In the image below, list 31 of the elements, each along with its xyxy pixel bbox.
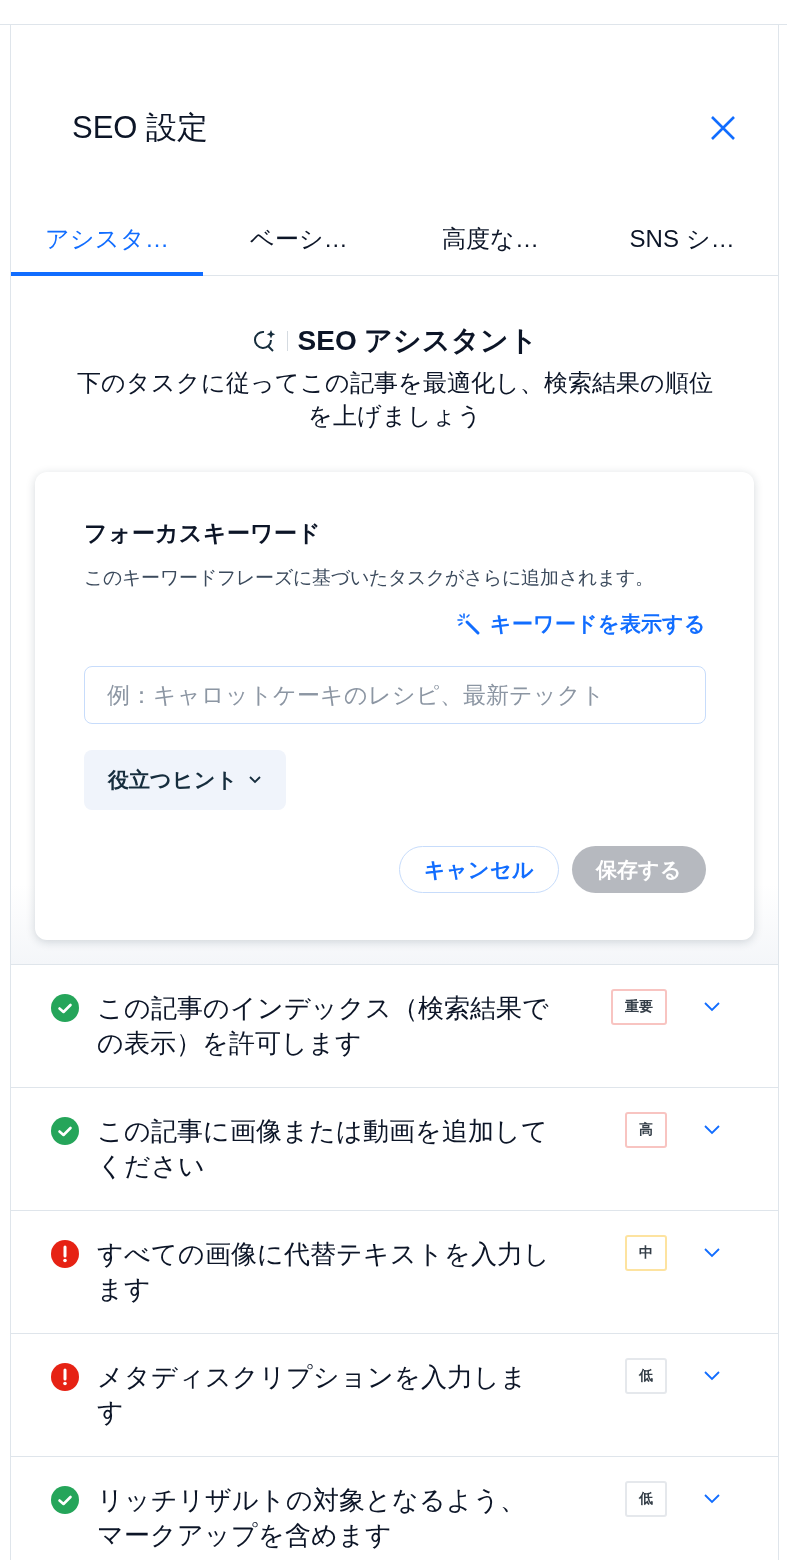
chevron-down-icon[interactable] — [703, 1493, 721, 1505]
task-text: リッチリザルトの対象となるよう、マークアップを含めます — [97, 1484, 527, 1552]
tab[interactable]: 高度な… — [394, 211, 587, 276]
priority-badge: 重要 — [611, 989, 667, 1025]
close-icon[interactable] — [710, 115, 736, 141]
tab[interactable]: アシスタ… — [11, 211, 203, 276]
panel-title: SEO 設定 — [72, 109, 209, 147]
priority-badge: 低 — [625, 1481, 667, 1517]
chevron-down-icon[interactable] — [703, 1370, 721, 1382]
chevron-down-icon[interactable] — [703, 1247, 721, 1259]
tab[interactable]: SNS シ… — [586, 211, 778, 276]
chevron-down-icon[interactable] — [703, 1001, 721, 1013]
tab[interactable]: ベーシ… — [202, 211, 395, 276]
show-keywords-link[interactable]: キーワードを表示する — [456, 610, 706, 638]
magic-wand-icon — [456, 612, 482, 636]
section-description: 下のタスクに従ってこの記事を最適化し、検索結果の順位を上げましょう — [75, 368, 714, 431]
hints-button[interactable]: 役立つヒント — [84, 750, 286, 810]
priority-badge: 中 — [625, 1235, 667, 1271]
section-heading: SEO アシスタント — [297, 324, 539, 358]
chevron-down-icon — [248, 775, 262, 785]
task-text: この記事に画像または動画を追加してください — [97, 1115, 549, 1183]
keyword-input-field[interactable]: 例：キャロットケーキのレシピ、最新テックト — [84, 666, 706, 724]
card-title: フォーカスキーワード — [84, 519, 322, 548]
chevron-down-icon[interactable] — [703, 1124, 721, 1136]
priority-badge: 高 — [625, 1112, 667, 1148]
card-description: このキーワードフレーズに基づいたタスクがさらに追加されます。 — [84, 566, 655, 590]
task-text: メタディスクリプションを入力します — [97, 1361, 528, 1429]
priority-badge: 低 — [625, 1358, 667, 1394]
task-text: この記事のインデックス（検索結果での表示）を許可します — [97, 992, 550, 1060]
cancel-button[interactable]: キャンセル — [399, 846, 559, 893]
task-text: すべての画像に代替テキストを入力します — [97, 1238, 551, 1306]
